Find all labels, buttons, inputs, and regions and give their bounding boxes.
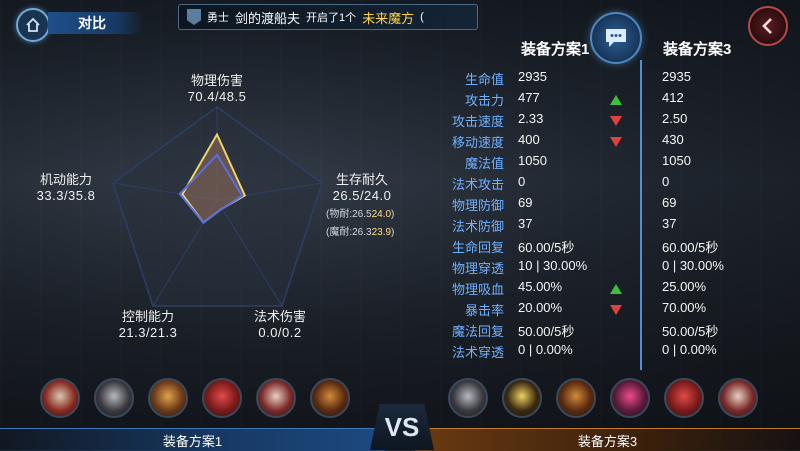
arrow-down-icon (610, 305, 622, 315)
table-row: 法术攻击 0 0 (0, 174, 800, 195)
stat-label: 生命回复 (451, 240, 504, 255)
stat-label: 法术防御 (451, 219, 504, 234)
armor-item-icon[interactable] (202, 378, 242, 418)
table-row: 攻击速度 2.33 2.50 (0, 111, 800, 132)
gem-item-icon[interactable] (610, 378, 650, 418)
vs-label: VS (370, 404, 434, 450)
stat-label: 生命值 (464, 72, 504, 87)
plan1-value: 400 (518, 132, 540, 147)
axe-item-icon[interactable] (40, 378, 80, 418)
plan1-column-header: 装备方案1 (521, 41, 590, 58)
plan3-value: 0 | 30.00% (662, 258, 724, 273)
table-row: 物理吸血 45.00% 25.00% (0, 279, 800, 300)
blade-item-icon[interactable] (256, 378, 296, 418)
arrow-up-icon (610, 284, 622, 294)
plan3-value: 412 (662, 90, 684, 105)
plan3-value: 50.00/5秒 (662, 324, 719, 339)
plan3-value: 430 (662, 132, 684, 147)
sword-item-icon[interactable] (310, 378, 350, 418)
plan3-value: 60.00/5秒 (662, 240, 719, 255)
plan1-value: 45.00% (518, 279, 563, 294)
trident-item-icon[interactable] (502, 378, 542, 418)
table-row: 魔法回复 50.00/5秒 50.00/5秒 (0, 321, 800, 342)
stat-label: 法术攻击 (451, 177, 504, 192)
table-row: 攻击力 477 412 (0, 90, 800, 111)
table-row: 物理穿透 10 | 30.00% 0 | 30.00% (0, 258, 800, 279)
plan1-value: 50.00/5秒 (518, 324, 575, 339)
boots-item-icon[interactable] (448, 378, 488, 418)
table-row: 移动速度 400 430 (0, 132, 800, 153)
plan3-value: 0 (662, 174, 670, 189)
plan1-value: 0 (518, 174, 526, 189)
sword-item-icon[interactable] (556, 378, 596, 418)
boots-item-icon[interactable] (94, 378, 134, 418)
stat-label: 移动速度 (451, 135, 504, 150)
plan1-value: 1050 (518, 153, 547, 168)
plan3-value: 2935 (662, 69, 691, 84)
table-row: 法术防御 37 37 (0, 216, 800, 237)
plan1-value: 2935 (518, 69, 547, 84)
stat-label: 物理穿透 (451, 261, 504, 276)
stat-label: 物理吸血 (451, 282, 504, 297)
blade-item-icon[interactable] (718, 378, 758, 418)
plan1-value: 20.00% (518, 300, 563, 315)
table-row: 暴击率 20.00% 70.00% (0, 300, 800, 321)
table-row: 法术穿透 0 | 0.00% 0 | 0.00% (0, 342, 800, 363)
stat-label: 魔法值 (464, 156, 504, 171)
arrow-up-icon (610, 95, 622, 105)
plan1-value: 69 (518, 195, 533, 210)
plan1-value: 10 | 30.00% (518, 258, 588, 273)
table-row: 生命回复 60.00/5秒 60.00/5秒 (0, 237, 800, 258)
plan1-value: 477 (518, 90, 540, 105)
stat-label: 魔法回复 (451, 324, 504, 339)
arrow-down-icon (610, 137, 622, 147)
armor-item-icon[interactable] (664, 378, 704, 418)
plan1-value: 60.00/5秒 (518, 240, 575, 255)
stat-label: 攻击力 (464, 93, 504, 108)
plan3-value: 69 (662, 195, 677, 210)
shield-item-icon[interactable] (148, 378, 188, 418)
plan3-column-header: 装备方案3 (663, 41, 732, 58)
stat-label: 暴击率 (464, 303, 504, 318)
plan3-value: 0 | 0.00% (662, 342, 717, 357)
plan3-value: 1050 (662, 153, 691, 168)
plan3-value: 2.50 (662, 111, 688, 126)
table-row: 物理防御 69 69 (0, 195, 800, 216)
table-row: 生命值 2935 2935 (0, 69, 800, 90)
stat-label: 攻击速度 (451, 114, 504, 129)
plan3-tab[interactable]: 装备方案3 (415, 428, 800, 451)
table-row: 魔法值 1050 1050 (0, 153, 800, 174)
plan3-value: 37 (662, 216, 677, 231)
plan1-tab[interactable]: 装备方案1 (0, 428, 385, 451)
plan3-value: 70.00% (662, 300, 707, 315)
stat-label: 物理防御 (451, 198, 504, 213)
plan1-value: 2.33 (518, 111, 544, 126)
plan1-value: 0 | 0.00% (518, 342, 573, 357)
stat-label: 法术穿透 (451, 345, 504, 360)
arrow-down-icon (610, 116, 622, 126)
plan3-value: 25.00% (662, 279, 707, 294)
plan1-value: 37 (518, 216, 533, 231)
